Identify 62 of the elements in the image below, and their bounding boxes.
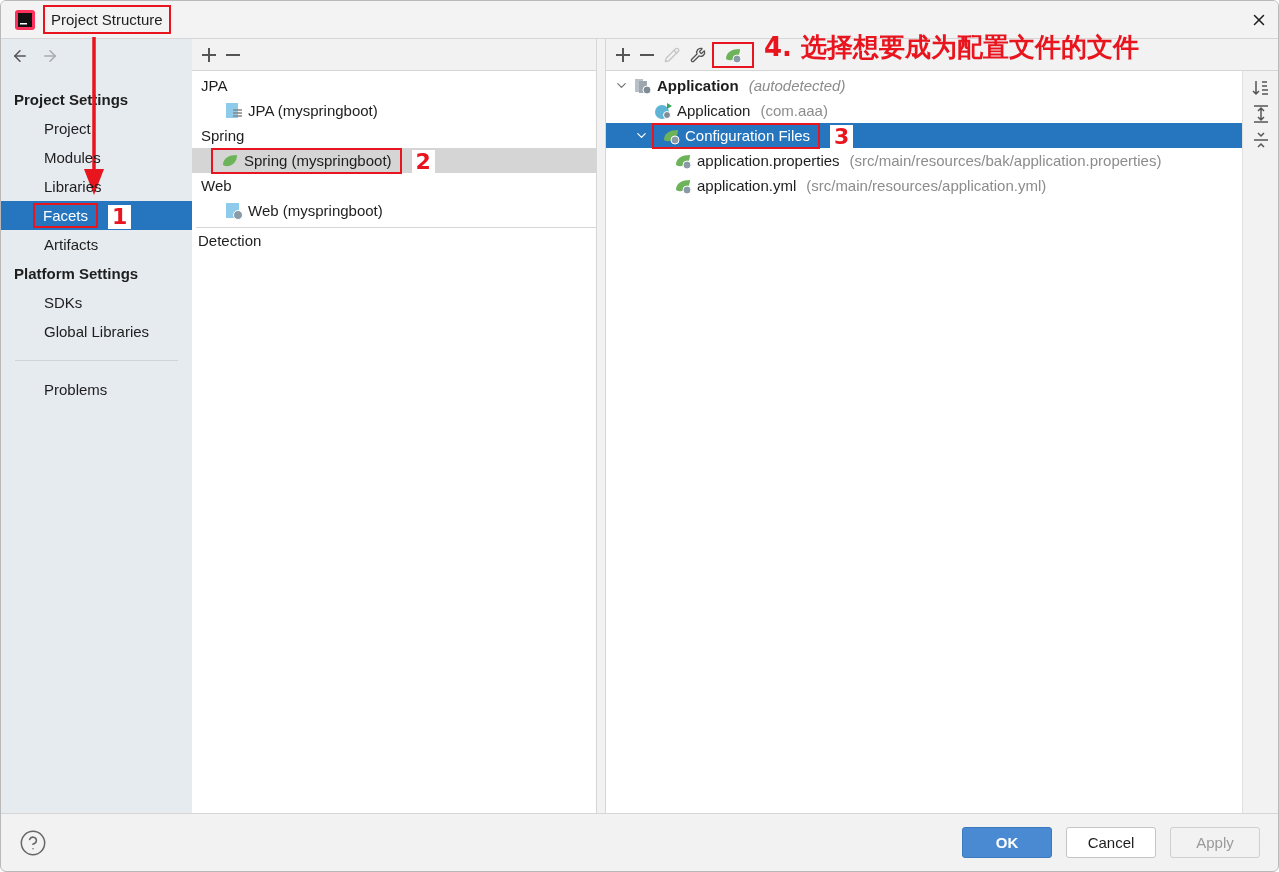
- tree-row[interactable]: Configuration Files 3: [606, 123, 1242, 148]
- sidebar-item[interactable]: Global Libraries: [1, 317, 192, 346]
- item-label: Facets: [43, 207, 88, 224]
- sidebar-item[interactable]: Problems: [1, 375, 192, 404]
- tree-row[interactable]: application.yml (src/main/resources/application.yml): [606, 173, 1242, 198]
- help-icon[interactable]: [19, 828, 47, 857]
- node-label: Application: [677, 102, 751, 119]
- node-hint: (src/main/resources/bak/application.properties): [849, 152, 1162, 169]
- sidebar-item[interactable]: Artifacts: [1, 230, 192, 259]
- node-label: Configuration Files: [685, 127, 811, 144]
- add-icon: [616, 47, 630, 62]
- item-label: SDKs: [44, 294, 83, 311]
- module-icon: [634, 76, 652, 95]
- annotation-number: 1: [108, 205, 132, 229]
- sidebar-item[interactable]: Facets 1: [1, 201, 192, 230]
- node-label: Application: [657, 77, 739, 94]
- section-heading: Platform Settings: [13, 264, 140, 284]
- tree-row[interactable]: Application (autodetected): [606, 73, 1242, 98]
- remove-icon: [226, 53, 240, 56]
- sort-icon[interactable]: [1251, 79, 1270, 97]
- item-label: Project: [44, 120, 91, 137]
- pencil-icon: [664, 46, 680, 63]
- app-logo-icon: [15, 9, 35, 30]
- tree-row[interactable]: Application (com.aaa): [606, 98, 1242, 123]
- remove-button[interactable]: [224, 51, 242, 58]
- dialog-button[interactable]: OK: [962, 827, 1052, 858]
- sidebar-item[interactable]: Project: [1, 114, 192, 143]
- class-icon: [654, 101, 672, 120]
- expand-all-icon[interactable]: [1251, 105, 1270, 123]
- toolbar-button[interactable]: [614, 45, 632, 64]
- tree-row[interactable]: application.properties (src/main/resources/bak/application.properties): [606, 148, 1242, 173]
- node-hint: (com.aaa): [760, 102, 828, 119]
- web-facet-icon: [225, 201, 243, 220]
- jpa-facet-icon: [225, 101, 243, 120]
- window-title: Project Structure: [45, 7, 169, 32]
- annotation-number: 3: [830, 124, 854, 149]
- add-icon: [202, 47, 216, 62]
- wrench-icon: [690, 46, 706, 63]
- collapse-all-icon[interactable]: [1251, 131, 1270, 149]
- item-label: Web (myspringboot): [248, 202, 383, 219]
- group-heading: Web: [200, 176, 233, 196]
- add-button[interactable]: [200, 45, 218, 64]
- annotation-number: 2: [411, 149, 435, 174]
- facet-item[interactable]: Web (myspringboot): [192, 198, 596, 223]
- node-hint: (src/main/resources/application.yml): [806, 177, 1047, 194]
- node-label: application.yml: [697, 177, 797, 194]
- group-heading: Spring: [200, 126, 246, 146]
- item-label: Spring (myspringboot): [244, 152, 392, 169]
- group-heading: JPA: [200, 76, 229, 96]
- annotation-text: 4. 选择想要成为配置文件的文件: [764, 33, 1140, 60]
- detection-item[interactable]: Detection: [192, 228, 596, 252]
- node-label: application.properties: [697, 152, 840, 169]
- node-hint: (autodetected): [748, 77, 846, 94]
- dialog-button[interactable]: Cancel: [1066, 827, 1156, 858]
- remove-icon: [640, 53, 654, 56]
- item-label: Global Libraries: [44, 323, 150, 340]
- sidebar-item[interactable]: SDKs: [1, 288, 192, 317]
- item-label: Artifacts: [44, 236, 99, 253]
- item-label: JPA (myspringboot): [248, 102, 378, 119]
- toolbar-button[interactable]: [638, 51, 656, 58]
- facet-item[interactable]: JPA (myspringboot): [192, 98, 596, 123]
- facet-item[interactable]: Spring (myspringboot) 2: [192, 148, 596, 173]
